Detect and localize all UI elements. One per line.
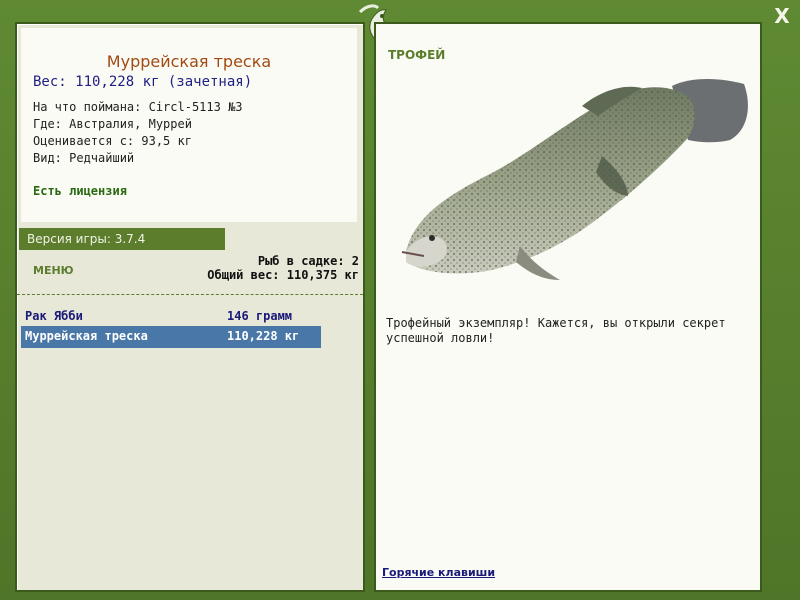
game-version-bar: Версия игры: 3.7.4: [19, 228, 225, 250]
bait-info: На что поймана: Circl-5113 №3: [33, 100, 243, 114]
license-status: Есть лицензия: [33, 184, 127, 198]
catch-item-name: Рак Ябби: [25, 309, 83, 323]
fish-name-title: Муррейская треска: [106, 52, 272, 71]
catch-item-weight: 110,228 кг: [227, 329, 300, 343]
keepnet-total-weight: Общий вес: 110,375 кг: [207, 268, 359, 282]
catch-list-item-selected[interactable]: Муррейская треска 110,228 кг: [21, 326, 321, 348]
catch-item-weight: 146 грамм: [227, 309, 293, 323]
trophy-panel: ТРОФЕЙ Трофейный экземпляр! Кажется, вы …: [374, 22, 762, 592]
hotkeys-link[interactable]: Горячие клавиши: [382, 566, 495, 579]
divider: [17, 294, 363, 295]
catch-item-name: Муррейская треска: [25, 329, 148, 343]
catch-details-panel: Муррейская треска Вес: 110,228 кг (зачет…: [15, 22, 365, 592]
catch-list-item[interactable]: Рак Ябби 146 грамм: [21, 306, 321, 326]
close-button[interactable]: X: [771, 5, 793, 27]
trophy-threshold-info: Оценивается с: 93,5 кг: [33, 134, 192, 148]
rarity-info: Вид: Редчайший: [33, 151, 135, 165]
trophy-description: Трофейный экземпляр! Кажется, вы открыли…: [386, 316, 726, 345]
location-info: Где: Австралия, Муррей: [33, 117, 192, 131]
fish-illustration: [401, 79, 748, 280]
trophy-label: ТРОФЕЙ: [388, 48, 446, 62]
menu-button[interactable]: МЕНЮ: [33, 264, 74, 277]
keepnet-count: Рыб в садке: 2: [257, 254, 359, 268]
fish-weight: Вес: 110,228 кг (зачетная): [33, 74, 253, 90]
fish-info-box: Муррейская треска Вес: 110,228 кг (зачет…: [21, 28, 357, 222]
